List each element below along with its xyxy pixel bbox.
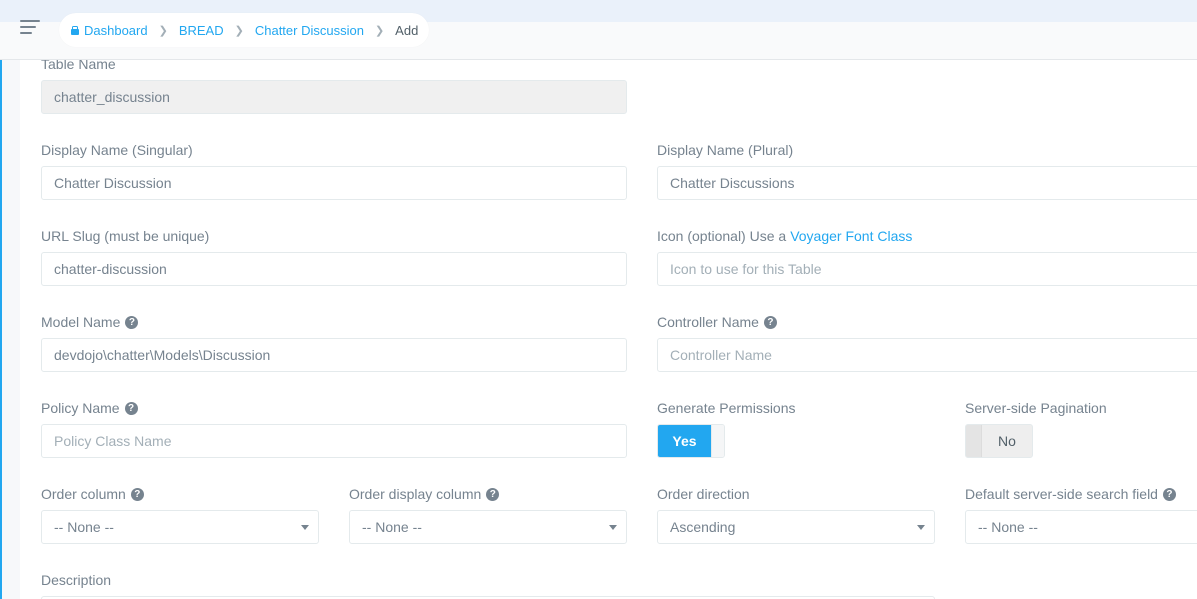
icon-label: Icon (optional) Use a Voyager Font Class [657, 228, 912, 244]
default-search-label: Default server-side search field ? [965, 486, 1176, 502]
icon-input[interactable]: Icon to use for this Table [657, 252, 1197, 286]
server-pagination-toggle[interactable]: No [965, 424, 1033, 458]
default-search-label-text: Default server-side search field [965, 486, 1158, 502]
controller-name-label: Controller Name ? [657, 314, 777, 330]
bread-edit-form: Table Name chatter_discussion Display Na… [0, 0, 1197, 599]
policy-name-placeholder: Policy Class Name [54, 433, 172, 449]
toggle-knob [966, 425, 982, 457]
order-column-label-text: Order column [41, 486, 126, 502]
question-circle-icon[interactable]: ? [130, 487, 144, 501]
display-name-singular-input[interactable]: Chatter Discussion [41, 166, 627, 200]
controller-name-input[interactable]: Controller Name [657, 338, 1197, 372]
description-label: Description [41, 572, 112, 588]
url-slug-label: URL Slug (must be unique) [41, 228, 210, 244]
question-circle-icon[interactable]: ? [124, 401, 138, 415]
order-display-column-label-text: Order display column [349, 486, 482, 502]
caret-down-icon [609, 525, 617, 530]
model-name-label: Model Name ? [41, 314, 139, 330]
url-slug-input[interactable]: chatter-discussion [41, 252, 627, 286]
order-column-label: Order column ? [41, 486, 144, 502]
toggle-on-label: Yes [658, 425, 711, 457]
question-circle-icon[interactable]: ? [763, 315, 777, 329]
default-search-select[interactable]: -- None -- [965, 510, 1197, 544]
order-direction-select[interactable]: Ascending [657, 510, 935, 544]
order-direction-label: Order direction [657, 486, 750, 502]
display-name-singular-label: Display Name (Singular) [41, 142, 193, 158]
caret-down-icon [301, 525, 309, 530]
order-display-column-label: Order display column ? [349, 486, 500, 502]
question-circle-icon[interactable]: ? [486, 487, 500, 501]
question-circle-icon[interactable]: ? [1162, 487, 1176, 501]
order-display-column-select[interactable]: -- None -- [349, 510, 627, 544]
server-pagination-label: Server-side Pagination [965, 400, 1107, 416]
policy-name-input[interactable]: Policy Class Name [41, 424, 627, 458]
display-name-plural-label: Display Name (Plural) [657, 142, 794, 158]
table-name-label: Table Name [41, 56, 116, 72]
toggle-knob [711, 425, 724, 457]
icon-input-placeholder: Icon to use for this Table [670, 261, 822, 277]
model-name-input[interactable]: devdojo\chatter\Models\Discussion [41, 338, 627, 372]
caret-down-icon [917, 525, 925, 530]
display-name-plural-value: Chatter Discussions [670, 175, 795, 191]
default-search-value: -- None -- [978, 519, 1038, 535]
generate-permissions-label: Generate Permissions [657, 400, 796, 416]
display-name-singular-value: Chatter Discussion [54, 175, 172, 191]
table-name-input[interactable]: chatter_discussion [41, 80, 627, 114]
display-name-plural-input[interactable]: Chatter Discussions [657, 166, 1197, 200]
policy-name-label: Policy Name ? [41, 400, 138, 416]
order-direction-value: Ascending [670, 519, 736, 535]
toggle-off-label: No [998, 433, 1016, 449]
model-name-label-text: Model Name [41, 314, 121, 330]
order-display-column-value: -- None -- [362, 519, 422, 535]
voyager-font-class-link[interactable]: Voyager Font Class [790, 228, 912, 244]
controller-name-label-text: Controller Name [657, 314, 759, 330]
table-name-value: chatter_discussion [54, 89, 170, 105]
controller-name-placeholder: Controller Name [670, 347, 772, 363]
order-column-value: -- None -- [54, 519, 114, 535]
question-circle-icon[interactable]: ? [125, 315, 139, 329]
order-column-select[interactable]: -- None -- [41, 510, 319, 544]
icon-label-text: Icon (optional) Use a [657, 228, 787, 244]
url-slug-value: chatter-discussion [54, 261, 167, 277]
model-name-value: devdojo\chatter\Models\Discussion [54, 347, 271, 363]
generate-permissions-toggle[interactable]: Yes [657, 424, 725, 458]
policy-name-label-text: Policy Name [41, 400, 120, 416]
